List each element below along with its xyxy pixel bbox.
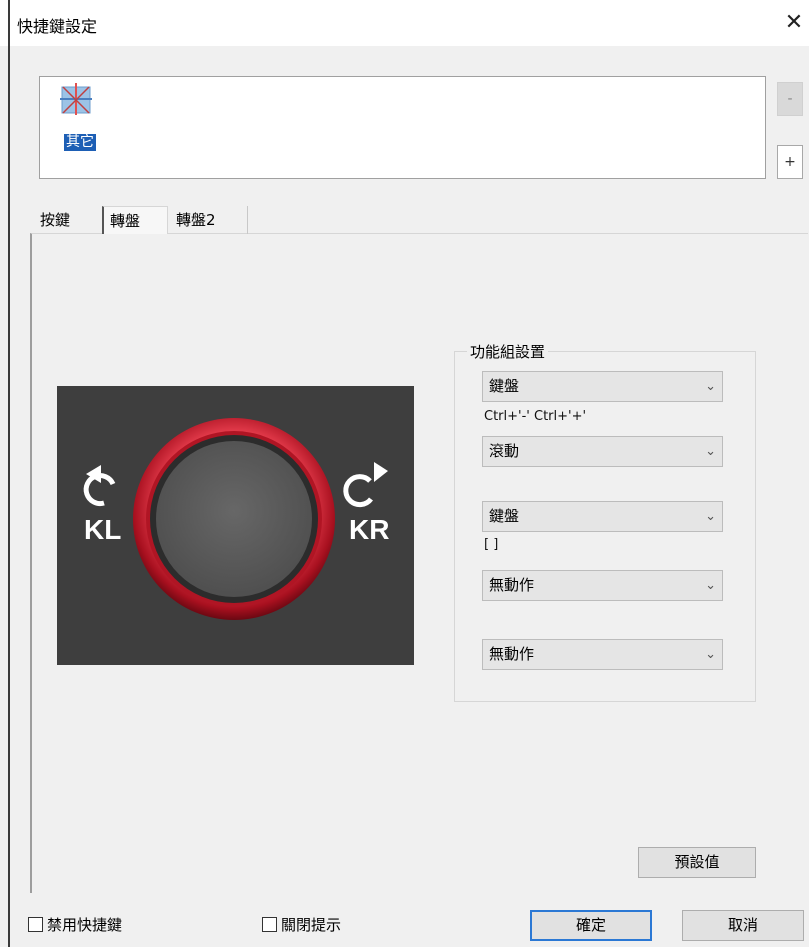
tab-keys[interactable]: 按鍵 (34, 206, 100, 234)
ok-button[interactable]: 確定 (530, 910, 652, 941)
disable-shortcuts-checkbox[interactable]: 禁用快捷鍵 (28, 912, 122, 936)
function-select-2-value: 滾動 (489, 442, 520, 460)
function-select-4-value: 無動作 (489, 576, 535, 594)
add-app-button[interactable]: + (777, 145, 803, 179)
chevron-down-icon: ⌄ (705, 444, 716, 459)
app-label-other[interactable]: 其它 (64, 134, 96, 151)
function-select-1[interactable]: 鍵盤 ⌄ (482, 371, 723, 402)
app-profile-list: 其它 (39, 76, 766, 179)
chevron-down-icon: ⌄ (705, 509, 716, 524)
window-edge (8, 0, 10, 947)
cancel-button[interactable]: 取消 (682, 910, 804, 941)
window-title: 快捷鍵設定 (17, 17, 98, 36)
rotate-left-icon (83, 465, 116, 507)
chevron-down-icon: ⌄ (705, 379, 716, 394)
function-select-1-detail: Ctrl+'-' Ctrl+'+' (484, 409, 587, 424)
function-select-5-value: 無動作 (489, 645, 535, 663)
dial-ring (133, 418, 335, 620)
disable-shortcuts-label: 禁用快捷鍵 (47, 915, 123, 934)
restore-defaults-button[interactable]: 預設值 (638, 847, 756, 878)
function-select-3[interactable]: 鍵盤 ⌄ (482, 501, 723, 532)
function-select-5[interactable]: 無動作 ⌄ (482, 639, 723, 670)
tab-dial[interactable]: 轉盤 (102, 206, 168, 234)
dial-illustration: KL KR (57, 386, 414, 665)
close-tips-checkbox[interactable]: 關閉提示 (262, 912, 341, 936)
checkbox-box[interactable] (262, 916, 277, 932)
function-group-title: 功能組設置 (467, 341, 549, 362)
rotate-right-icon (343, 462, 388, 508)
function-select-2[interactable]: 滾動 ⌄ (482, 436, 723, 467)
function-select-4[interactable]: 無動作 ⌄ (482, 570, 723, 601)
dial-label-kl: KL (84, 514, 122, 545)
chevron-down-icon: ⌄ (705, 578, 716, 593)
function-select-3-value: 鍵盤 (489, 507, 520, 525)
dial-label-kr: KR (349, 514, 390, 545)
chevron-down-icon: ⌄ (705, 647, 716, 662)
checkbox-box[interactable] (28, 916, 43, 932)
title-bar (0, 0, 809, 46)
function-select-1-value: 鍵盤 (489, 377, 520, 395)
close-button[interactable]: ✕ (780, 8, 808, 38)
other-app-icon[interactable] (59, 81, 93, 117)
remove-app-button[interactable]: - (777, 82, 803, 116)
tab-dial-2[interactable]: 轉盤2 (170, 206, 248, 234)
function-select-3-detail: [ ] (484, 537, 499, 552)
close-tips-label: 關閉提示 (281, 915, 342, 934)
